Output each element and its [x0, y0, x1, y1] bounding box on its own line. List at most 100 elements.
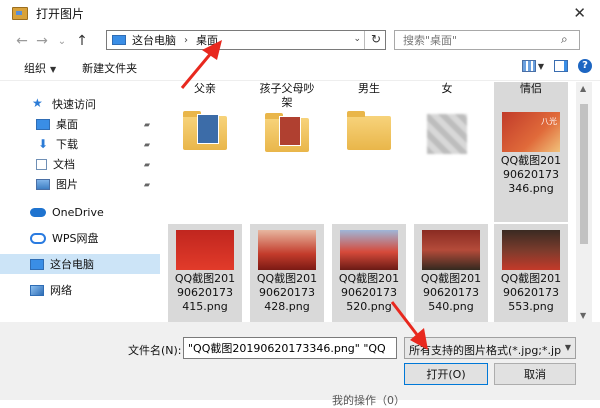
breadcrumb-this-pc[interactable]: 这台电脑 [132, 32, 176, 48]
computer-icon [112, 35, 126, 45]
scroll-up-icon[interactable]: ▲ [580, 84, 586, 93]
sidebar-item-label: 图片 [56, 178, 78, 191]
toolbar-right-group: ▼ ? [521, 59, 592, 73]
folder-item-girls[interactable]: 女 [410, 82, 484, 154]
background-page-text: 我的操作（0） [332, 394, 405, 407]
folder-icon [265, 113, 309, 152]
sidebar-item-label: OneDrive [52, 205, 104, 219]
forward-arrow-icon[interactable]: → [32, 33, 52, 49]
dialog-footer: 文件名(N): 所有支持的图片格式(*.jpg;*.jp ▼ 打开(O) 取消 [0, 322, 600, 400]
sidebar-item-label: WPS网盘 [52, 232, 99, 245]
search-icon[interactable]: ⌕ [561, 32, 568, 47]
title-bar: 打开图片 ✕ [0, 0, 600, 26]
filename-label: 文件名(N): [128, 344, 182, 357]
file-name-label: 父亲 [194, 82, 216, 95]
file-name-label: 女 [441, 82, 453, 95]
file-caption: QQ截图20190620173540.png [420, 272, 482, 313]
image-file-item[interactable]: QQ截图20190620173553.png [494, 224, 568, 322]
image-thumbnail [176, 230, 234, 270]
blurred-thumbnail [427, 114, 467, 154]
cloud-drive-icon [30, 232, 46, 244]
navigation-pane: ★ 快速访问 桌面 ▰ ⬇ 下载 ▰ 文档 ▰ 图片 ▰ OneDrive WP… [0, 82, 160, 322]
address-bar[interactable]: 这台电脑 › 桌面 ⌄ ↻ [106, 30, 386, 50]
sidebar-item-network[interactable]: 网络 [0, 280, 160, 300]
sidebar-item-quick-access[interactable]: ★ 快速访问 [0, 94, 160, 114]
sidebar-item-label: 这台电脑 [50, 258, 94, 271]
thumbnail-overlay-text: 八光 [541, 117, 557, 126]
command-toolbar: 组织 ▼ 新建文件夹 ▼ ? [0, 56, 600, 81]
file-caption: QQ截图20190620173553.png [500, 272, 562, 313]
image-file-item[interactable]: QQ截图20190620173428.png [250, 224, 324, 322]
folder-item-father[interactable]: 父亲 [168, 82, 242, 150]
view-options-icon[interactable] [521, 60, 536, 72]
desktop-icon [36, 118, 50, 130]
chevron-down-icon: ▼ [50, 65, 57, 74]
search-input[interactable] [394, 30, 580, 50]
file-caption: QQ截图20190620173520.png [338, 272, 400, 313]
document-icon [36, 158, 47, 170]
folder-item-boys[interactable]: 男生 [332, 82, 406, 150]
image-file-item[interactable]: QQ截图20190620173540.png [414, 224, 488, 322]
computer-icon [30, 258, 44, 270]
file-name-label: 情侣 [520, 82, 542, 95]
vertical-scrollbar[interactable]: ▲ ▼ [576, 82, 592, 322]
sidebar-item-label: 网络 [50, 284, 72, 297]
chevron-down-icon[interactable]: ▼ [538, 62, 544, 71]
chevron-down-icon: ▼ [564, 343, 571, 352]
file-caption: QQ截图20190620173415.png [174, 272, 236, 313]
cancel-button[interactable]: 取消 [494, 363, 576, 385]
sidebar-item-desktop[interactable]: 桌面 ▰ [0, 114, 160, 134]
refresh-icon[interactable]: ↻ [371, 32, 381, 46]
help-icon[interactable]: ? [578, 59, 592, 73]
preview-pane-icon[interactable] [554, 60, 568, 72]
cloud-icon [30, 207, 46, 217]
sidebar-item-label: 快速访问 [52, 98, 96, 111]
pin-icon[interactable]: ▰ [144, 140, 150, 149]
sidebar-item-pictures[interactable]: 图片 ▰ [0, 174, 160, 194]
scrollbar-thumb[interactable] [580, 104, 588, 244]
up-arrow-icon[interactable]: ↑ [72, 33, 92, 49]
sidebar-item-wps-drive[interactable]: WPS网盘 [0, 228, 160, 248]
new-folder-button[interactable]: 新建文件夹 [82, 60, 137, 76]
pin-icon[interactable]: ▰ [144, 160, 150, 169]
image-file-item[interactable]: QQ截图20190620173520.png [332, 224, 406, 322]
sidebar-item-documents[interactable]: 文档 ▰ [0, 154, 160, 174]
folder-item-couple[interactable]: 情侣 八光 QQ截图20190620173346.png [494, 82, 568, 222]
scroll-down-icon[interactable]: ▼ [580, 311, 586, 320]
download-icon: ⬇ [37, 136, 49, 151]
breadcrumb-separator-icon[interactable]: › [184, 35, 188, 46]
back-arrow-icon[interactable]: ← [12, 33, 32, 49]
recent-locations-icon[interactable]: ⌄ [52, 36, 72, 47]
sidebar-item-onedrive[interactable]: OneDrive [0, 202, 160, 222]
image-thumbnail [422, 230, 480, 270]
chevron-down-icon[interactable]: ⌄ [353, 34, 361, 44]
file-list-view: 父亲 孩子父母吵架 男生 女 情侣 八光 QQ截图20190620173346.… [160, 82, 575, 322]
navigation-bar: ← → ⌄ ↑ 这台电脑 › 桌面 ⌄ ↻ ⌕ [0, 28, 600, 54]
file-caption: QQ截图20190620173428.png [256, 272, 318, 313]
close-icon[interactable]: ✕ [573, 4, 586, 22]
sidebar-item-downloads[interactable]: ⬇ 下载 ▰ [0, 134, 160, 154]
image-thumbnail [340, 230, 398, 270]
filename-input[interactable] [183, 337, 397, 359]
file-caption: QQ截图20190620173346.png [500, 154, 562, 195]
sidebar-item-label: 桌面 [56, 118, 78, 131]
organize-button[interactable]: 组织 ▼ [24, 60, 56, 76]
filetype-select[interactable]: 所有支持的图片格式(*.jpg;*.jp ▼ [404, 337, 576, 359]
image-file-item[interactable]: QQ截图20190620173415.png [168, 224, 242, 322]
open-picture-dialog: 打开图片 ✕ ← → ⌄ ↑ 这台电脑 › 桌面 ⌄ ↻ ⌕ 组织 ▼ 新建文件夹… [0, 0, 600, 407]
pin-icon[interactable]: ▰ [144, 180, 150, 189]
network-icon [30, 284, 44, 296]
file-name-label: 孩子父母吵架 [259, 82, 315, 109]
folder-item-parents-quarrel[interactable]: 孩子父母吵架 [250, 82, 324, 152]
address-divider [364, 31, 365, 49]
sidebar-item-label: 文档 [53, 158, 75, 171]
dialog-title: 打开图片 [36, 6, 85, 21]
folder-icon [347, 111, 391, 150]
sidebar-item-this-pc[interactable]: 这台电脑 [0, 254, 160, 274]
pin-icon[interactable]: ▰ [144, 120, 150, 129]
picture-icon [36, 178, 50, 190]
breadcrumb-desktop[interactable]: 桌面 [196, 32, 218, 48]
folder-icon [183, 111, 227, 150]
open-button[interactable]: 打开(O) [404, 363, 488, 385]
picture-app-icon [12, 6, 28, 20]
